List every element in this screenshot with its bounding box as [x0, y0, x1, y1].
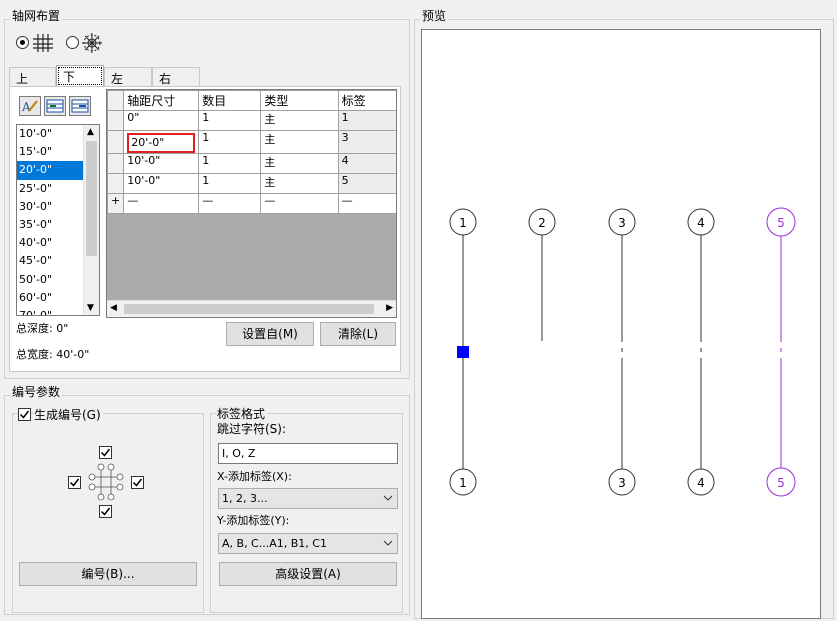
grid-bubbles-icon [88, 463, 124, 501]
scroll-down-icon[interactable]: ▼ [87, 303, 94, 313]
skip-chars-input[interactable]: I, O, Z [218, 443, 398, 464]
scroll-up-icon[interactable]: ▲ [87, 127, 94, 137]
numbering-title: 编号参数 [10, 383, 63, 400]
table-row[interactable]: 10'-0" 1 主 5 [107, 173, 396, 194]
table-cell[interactable]: 主 [260, 153, 339, 174]
grid-layout-title: 轴网布置 [10, 7, 63, 24]
set-from-button[interactable]: 设置自(M) [226, 322, 314, 346]
preview-title: 预览 [420, 7, 449, 24]
total-depth-label: 总深度: 0" [16, 322, 69, 335]
col-header-spacing[interactable]: 轴距尺寸 [123, 90, 200, 111]
table-row[interactable]: 0" 1 主 1 [107, 110, 396, 131]
scroll-right-icon[interactable]: ▶ [386, 303, 393, 313]
y-label-value: A, B, C...A1, B1, C1 [222, 537, 327, 550]
bottom-bubble-label: 1 [459, 476, 467, 490]
insert-row-icon [46, 99, 64, 113]
top-bubble-label: 5 [777, 216, 785, 230]
preview-canvas: 1 1 2 3 3 4 4 5 5 [421, 29, 821, 619]
delete-row-button[interactable] [69, 96, 91, 116]
new-row-cell[interactable]: — [260, 193, 339, 214]
table-cell[interactable]: 4 [337, 153, 396, 174]
pencil-icon: A [21, 100, 38, 114]
top-bubble-label: 2 [538, 216, 546, 230]
insert-row-button[interactable] [44, 96, 66, 116]
table-cell-editing[interactable]: 20'-0" [123, 130, 200, 154]
grid-axis-4: 4 4 [687, 208, 715, 496]
skip-chars-label: 跳过字符(S): [217, 422, 287, 436]
grid-preview: 1 1 2 3 3 4 4 5 5 [449, 207, 796, 497]
bottom-bubble-label: 3 [618, 476, 626, 490]
table-hscrollbar[interactable]: ◀ ▶ [107, 300, 396, 317]
bottom-bubble-label: 5 [777, 476, 785, 490]
table-cell[interactable]: 1 [198, 110, 262, 131]
top-bubble-label: 4 [697, 216, 705, 230]
list-scrollbar[interactable]: ▲ ▼ [83, 125, 99, 315]
table-cell[interactable]: 10'-0" [123, 153, 200, 174]
table-cell[interactable]: 1 [198, 153, 262, 174]
x-label-select[interactable]: 1, 2, 3... [218, 488, 398, 509]
scroll-left-icon[interactable]: ◀ [110, 303, 117, 313]
editing-cell-value[interactable]: 20'-0" [127, 133, 196, 153]
chevron-down-icon [383, 540, 393, 546]
tab-right[interactable]: 右 [152, 67, 200, 87]
tab-left[interactable]: 左 [104, 67, 152, 87]
top-bubble-label: 1 [459, 216, 467, 230]
rect-grid-icon [33, 34, 53, 52]
generate-numbering-checkbox[interactable] [18, 408, 31, 421]
table-cell[interactable]: 主 [260, 110, 339, 131]
table-cell[interactable]: 10'-0" [123, 173, 200, 194]
spacing-table[interactable]: 轴距尺寸 数目 类型 标签 0" 1 主 1 20'-0" 1 主 3 10'-… [106, 89, 397, 318]
new-row-cell[interactable]: — [198, 193, 262, 214]
grid-axis-2: 2 [528, 208, 556, 341]
radial-grid-icon [82, 33, 102, 53]
top-bubble-label: 3 [618, 216, 626, 230]
edit-label-button[interactable]: A [19, 96, 41, 116]
table-row[interactable]: 20'-0" 1 主 3 [107, 130, 396, 154]
left-numbering-checkbox[interactable] [68, 476, 81, 489]
table-cell[interactable]: 5 [337, 173, 396, 194]
new-row[interactable]: + — — — — [107, 193, 396, 214]
radial-grid-radio[interactable] [66, 36, 79, 49]
svg-text:A: A [21, 100, 31, 114]
tab-top[interactable]: 上 [9, 67, 56, 87]
advanced-settings-button[interactable]: 高级设置(A) [219, 562, 397, 586]
new-row-cell[interactable]: — [123, 193, 200, 214]
table-cell[interactable]: 3 [337, 130, 396, 154]
col-header-type[interactable]: 类型 [260, 90, 339, 111]
y-label-select[interactable]: A, B, C...A1, B1, C1 [218, 533, 398, 554]
col-header-label[interactable]: 标签 [337, 90, 396, 111]
delete-row-icon [71, 99, 89, 113]
grid-axis-5: 5 5 [766, 207, 796, 497]
bottom-numbering-checkbox[interactable] [99, 505, 112, 518]
new-row-marker: + [107, 193, 125, 214]
col-header-count[interactable]: 数目 [198, 90, 262, 111]
grid-axis-1: 1 1 [449, 208, 477, 496]
table-cell[interactable]: 1 [198, 173, 262, 194]
tab-bottom[interactable]: 下 [56, 65, 104, 87]
table-cell[interactable]: 主 [260, 173, 339, 194]
grid-axis-3: 3 3 [608, 208, 636, 496]
right-numbering-checkbox[interactable] [131, 476, 144, 489]
table-cell[interactable]: 1 [337, 110, 396, 131]
x-label-label: X-添加标签(X): [217, 470, 292, 483]
table-cell[interactable]: 0" [123, 110, 200, 131]
table-row[interactable]: 10'-0" 1 主 4 [107, 153, 396, 174]
table-cell[interactable]: 1 [198, 130, 262, 154]
check-icon [19, 410, 30, 419]
generate-numbering-label: 生成编号(G) [34, 406, 103, 423]
x-label-value: 1, 2, 3... [222, 492, 268, 505]
numbering-button[interactable]: 编号(B)... [19, 562, 197, 586]
rect-grid-radio[interactable] [16, 36, 29, 49]
total-width-label: 总宽度: 40'-0" [16, 348, 90, 361]
top-numbering-checkbox[interactable] [99, 446, 112, 459]
y-label-label: Y-添加标签(Y): [217, 514, 290, 527]
clear-button[interactable]: 清除(L) [320, 322, 396, 346]
new-row-cell[interactable]: — [337, 193, 396, 214]
chevron-down-icon [383, 495, 393, 501]
table-cell[interactable]: 主 [260, 130, 339, 154]
spacing-list[interactable]: 10'-0" 15'-0" 20'-0" 25'-0" 30'-0" 35'-0… [16, 124, 100, 316]
bottom-bubble-label: 4 [697, 476, 705, 490]
selected-grip-marker [457, 346, 469, 358]
